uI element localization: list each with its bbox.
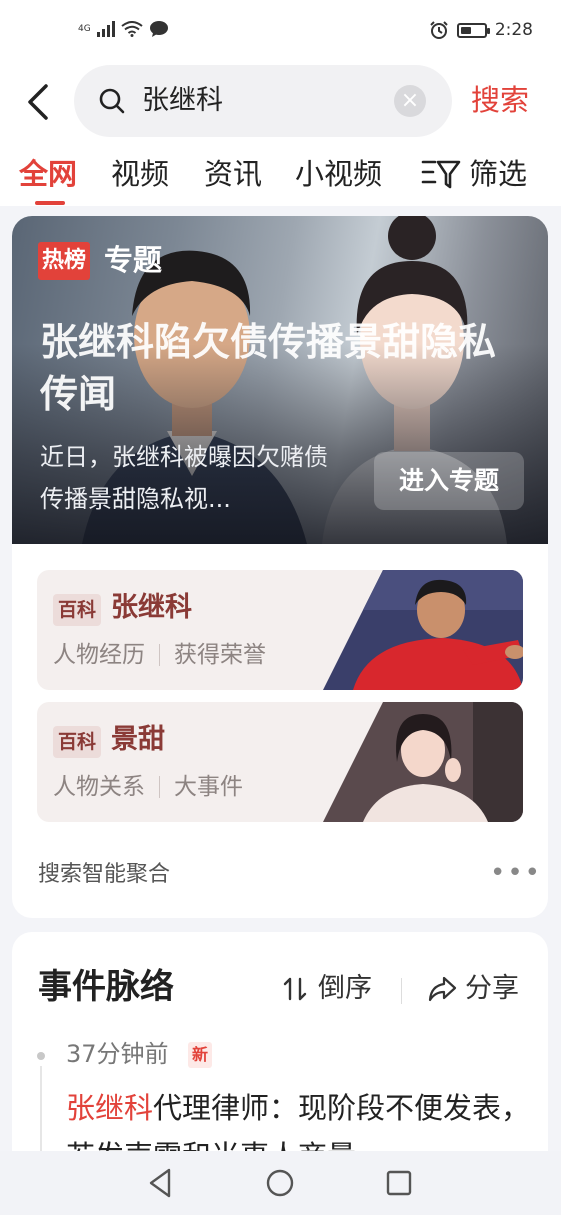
hero-banner[interactable]: 热榜 专题 张继科陷欠债传播景甜隐私传闻 近日，张继科被曝因欠赌债传播景甜隐私视… (12, 216, 548, 544)
active-tab-indicator (35, 201, 65, 205)
baike-links: 人物关系 大事件 (53, 770, 243, 804)
topic-label: 专题 (104, 243, 163, 277)
nav-recents-icon[interactable] (381, 1165, 417, 1201)
hot-list-badge: 热榜 (38, 242, 91, 280)
more-options-icon[interactable]: ••• (490, 856, 542, 890)
link-separator (159, 644, 160, 666)
baike-link-career[interactable]: 人物经历 (53, 638, 145, 672)
baike-link-events[interactable]: 大事件 (174, 770, 243, 804)
alarm-icon (430, 21, 448, 39)
baike-tag: 百科 (53, 726, 102, 758)
baike-link-honors[interactable]: 获得荣誉 (174, 638, 266, 672)
headline-highlight: 张继科 (66, 1091, 154, 1125)
baike-photo-zhangjike (323, 570, 523, 690)
network-type: 4G (78, 23, 91, 34)
share-icon (428, 976, 457, 1002)
hero-description: 近日，张继科被曝因欠赌债传播景甜隐私视... (40, 443, 328, 513)
back-button[interactable] (22, 80, 56, 124)
battery-icon (456, 22, 490, 38)
tab-video[interactable]: 视频 (111, 154, 169, 194)
search-input[interactable]: 张继科 × (74, 65, 452, 137)
event-title: 事件脉络 (38, 967, 174, 1007)
share-button[interactable]: 分享 (427, 970, 519, 1008)
smart-aggregation-label: 搜索智能聚合 (38, 862, 171, 887)
sort-label: 倒序 (318, 973, 372, 1004)
baike-links: 人物经历 获得荣誉 (53, 638, 266, 672)
baike-card-jingtian[interactable]: 百科 景甜 人物关系 大事件 (37, 702, 523, 822)
category-tabs: 全网 视频 资讯 小视频 筛选 (0, 148, 561, 206)
sort-button[interactable]: 倒序 (282, 970, 372, 1008)
search-query-text: 张继科 (142, 85, 223, 116)
share-label: 分享 (465, 973, 519, 1004)
nav-home-icon[interactable] (262, 1165, 298, 1201)
event-time: 37分钟前 (66, 1040, 169, 1068)
baike-link-relations[interactable]: 人物关系 (53, 770, 145, 804)
filter-label: 筛选 (469, 157, 528, 191)
link-separator (159, 776, 160, 798)
status-right: 2:28 (429, 20, 533, 40)
tab-short-video[interactable]: 小视频 (295, 154, 382, 194)
baike-name: 景甜 (111, 724, 165, 755)
topic-card: 热榜 专题 张继科陷欠债传播景甜隐私传闻 近日，张继科被曝因欠赌债传播景甜隐私视… (12, 216, 548, 918)
enter-topic-button[interactable]: 进入专题 (374, 452, 524, 510)
nav-back-icon[interactable] (143, 1165, 179, 1201)
battery-fill (460, 26, 471, 34)
message-icon (149, 21, 168, 37)
tab-all[interactable]: 全网 (19, 154, 77, 194)
search-button[interactable]: 搜索 (471, 80, 529, 120)
tab-news[interactable]: 资讯 (204, 154, 262, 194)
baike-tag: 百科 (53, 594, 102, 626)
clear-icon[interactable]: × (394, 85, 426, 117)
search-header: 张继科 × 搜索 (0, 62, 561, 148)
wifi-icon (121, 21, 143, 37)
baike-photo-jingtian (323, 702, 523, 822)
filter-icon (421, 160, 461, 189)
baike-name: 张继科 (111, 592, 192, 623)
system-nav-bar (0, 1151, 561, 1215)
new-badge: 新 (188, 1042, 212, 1068)
hero-title: 张继科陷欠债传播景甜隐私传闻 (40, 320, 497, 416)
action-divider (401, 978, 402, 1004)
baike-card-zhangjike[interactable]: 百科 张继科 人物经历 获得荣誉 (37, 570, 523, 690)
search-icon (99, 88, 125, 114)
clock: 2:28 (494, 20, 533, 40)
filter-button[interactable]: 筛选 (421, 154, 527, 194)
status-bar: 4G 2:28 (0, 0, 561, 62)
timeline-dot (37, 1052, 45, 1060)
back-arrow-icon (28, 84, 48, 120)
status-left: 4G (78, 20, 169, 38)
sort-icon (283, 977, 307, 1001)
signal-icon (96, 21, 115, 37)
